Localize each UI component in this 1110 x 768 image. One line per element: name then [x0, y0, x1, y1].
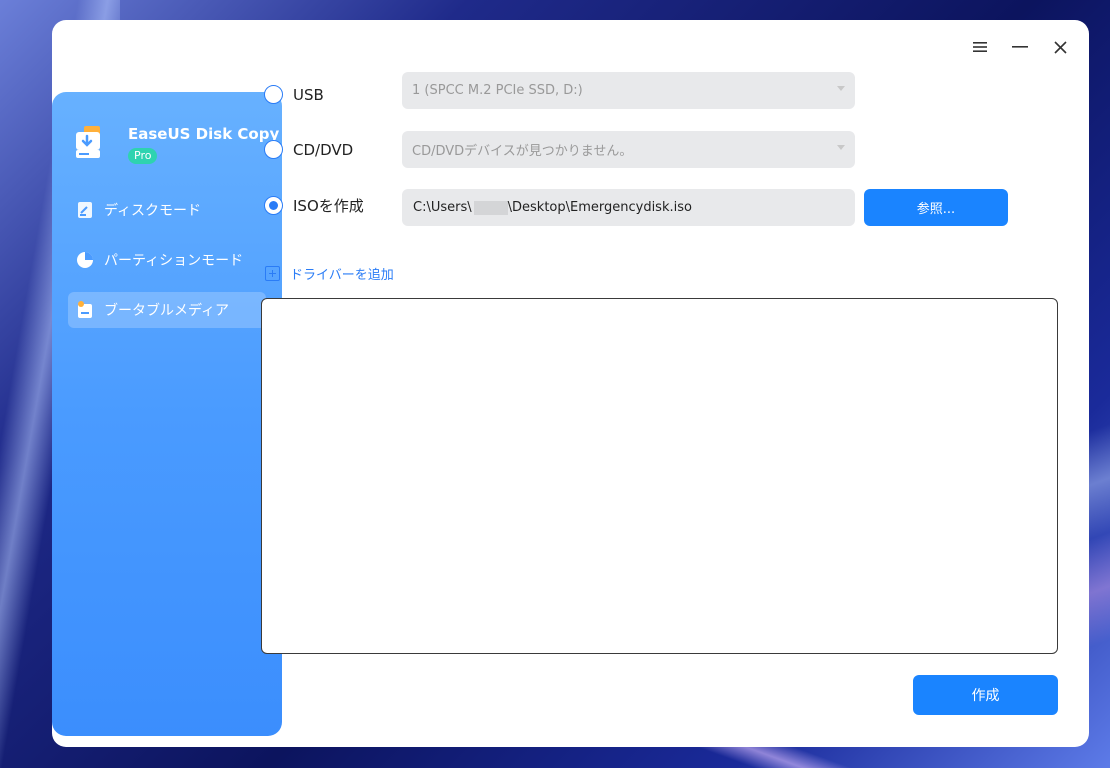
chevron-down-icon [837, 145, 845, 150]
disk-icon [76, 201, 94, 219]
driver-list[interactable] [261, 298, 1058, 654]
cddvd-label: CD/DVD [293, 140, 354, 159]
iso-radio[interactable] [264, 196, 283, 215]
iso-label: ISOを作成 [293, 197, 364, 215]
add-driver-link[interactable]: ドライバーを追加 [265, 264, 394, 283]
add-driver-label: ドライバーを追加 [290, 268, 394, 283]
iso-path-prefix: C:\Users\ [413, 200, 472, 215]
usb-device-select: 1 (SPCC M.2 PCIe SSD, D:) [402, 72, 855, 109]
chevron-down-icon [837, 86, 845, 91]
hamburger-menu-icon[interactable] [971, 38, 989, 56]
iso-path-suffix: \Desktop\Emergencydisk.iso [507, 200, 692, 215]
create-button[interactable]: 作成 [913, 675, 1058, 715]
sidebar: EaseUS Disk Copy Pro ディスクモード パーティションモード … [52, 92, 282, 736]
sidebar-nav: ディスクモード パーティションモード ブータブルメディア [68, 192, 266, 342]
pie-chart-icon [76, 251, 94, 269]
app-window: EaseUS Disk Copy Pro ディスクモード パーティションモード … [52, 20, 1089, 747]
app-name: EaseUS Disk Copy [128, 125, 280, 143]
window-controls [971, 38, 1069, 56]
browse-button[interactable]: 参照... [864, 189, 1008, 226]
usb-device-value: 1 (SPCC M.2 PCIe SSD, D:) [412, 83, 583, 98]
cddvd-device-value: CD/DVDデバイスが見つかりません。 [412, 144, 633, 159]
redacted-username [473, 200, 508, 215]
sidebar-item-label: ディスクモード [104, 203, 202, 219]
brand: EaseUS Disk Copy Pro [74, 124, 279, 164]
cddvd-radio[interactable] [264, 140, 283, 159]
close-icon[interactable] [1051, 38, 1069, 56]
usb-option: USB [264, 85, 403, 104]
minimize-icon[interactable] [1011, 38, 1029, 56]
iso-path-field[interactable]: C:\Users\ \Desktop\Emergencydisk.iso [402, 189, 855, 226]
iso-option: ISOを作成 [264, 195, 403, 216]
usb-label: USB [293, 85, 324, 104]
sidebar-item-label: ブータブルメディア [104, 303, 230, 319]
cddvd-device-select: CD/DVDデバイスが見つかりません。 [402, 131, 855, 168]
plus-icon [265, 266, 280, 281]
sidebar-item-label: パーティションモード [104, 253, 244, 269]
cddvd-option: CD/DVD [264, 140, 403, 159]
pro-badge: Pro [128, 148, 158, 164]
usb-radio[interactable] [264, 85, 283, 104]
sidebar-item-bootable-media[interactable]: ブータブルメディア [68, 292, 266, 328]
easeus-logo-icon [74, 126, 110, 162]
sidebar-item-disk-mode[interactable]: ディスクモード [68, 192, 266, 228]
bootable-media-icon [76, 301, 94, 319]
sidebar-item-partition-mode[interactable]: パーティションモード [68, 242, 266, 278]
